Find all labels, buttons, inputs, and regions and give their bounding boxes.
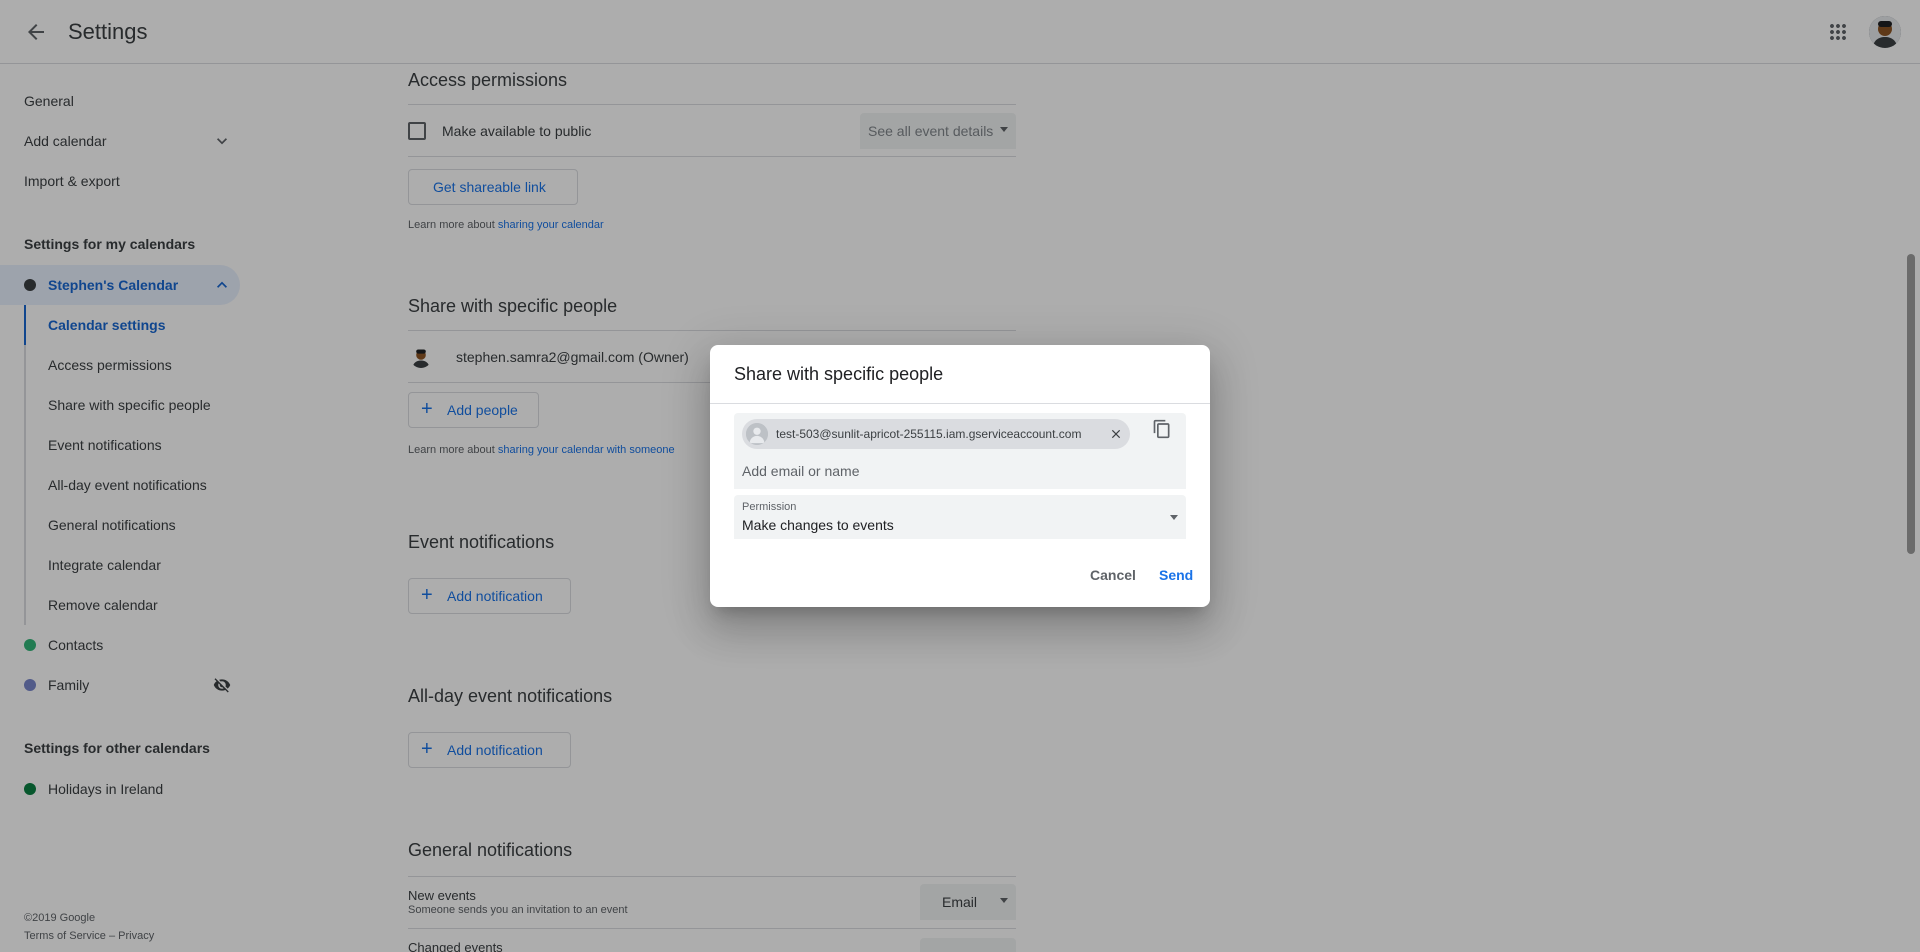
recipients-field[interactable]: test-503@sunlit-apricot-255115.iam.gserv… — [734, 413, 1186, 489]
send-button[interactable]: Send — [1159, 567, 1193, 583]
dialog-title: Share with specific people — [734, 364, 944, 384]
share-dialog: Share with specific people test-503@sunl… — [710, 345, 1210, 607]
add-email-input[interactable]: Add email or name — [742, 463, 860, 479]
recipient-chip[interactable]: test-503@sunlit-apricot-255115.iam.gserv… — [742, 419, 1130, 449]
close-icon[interactable] — [1108, 426, 1124, 442]
person-icon — [746, 423, 768, 445]
dropdown-arrow-icon — [1170, 515, 1178, 520]
permission-value: Make changes to events — [742, 517, 894, 533]
permission-select[interactable]: Permission Make changes to events — [734, 495, 1186, 539]
permission-label: Permission — [742, 501, 797, 513]
chip-email: test-503@sunlit-apricot-255115.iam.gserv… — [776, 427, 1082, 441]
divider — [710, 403, 1210, 404]
cancel-button[interactable]: Cancel — [1090, 567, 1136, 583]
copy-icon[interactable] — [1150, 417, 1174, 441]
